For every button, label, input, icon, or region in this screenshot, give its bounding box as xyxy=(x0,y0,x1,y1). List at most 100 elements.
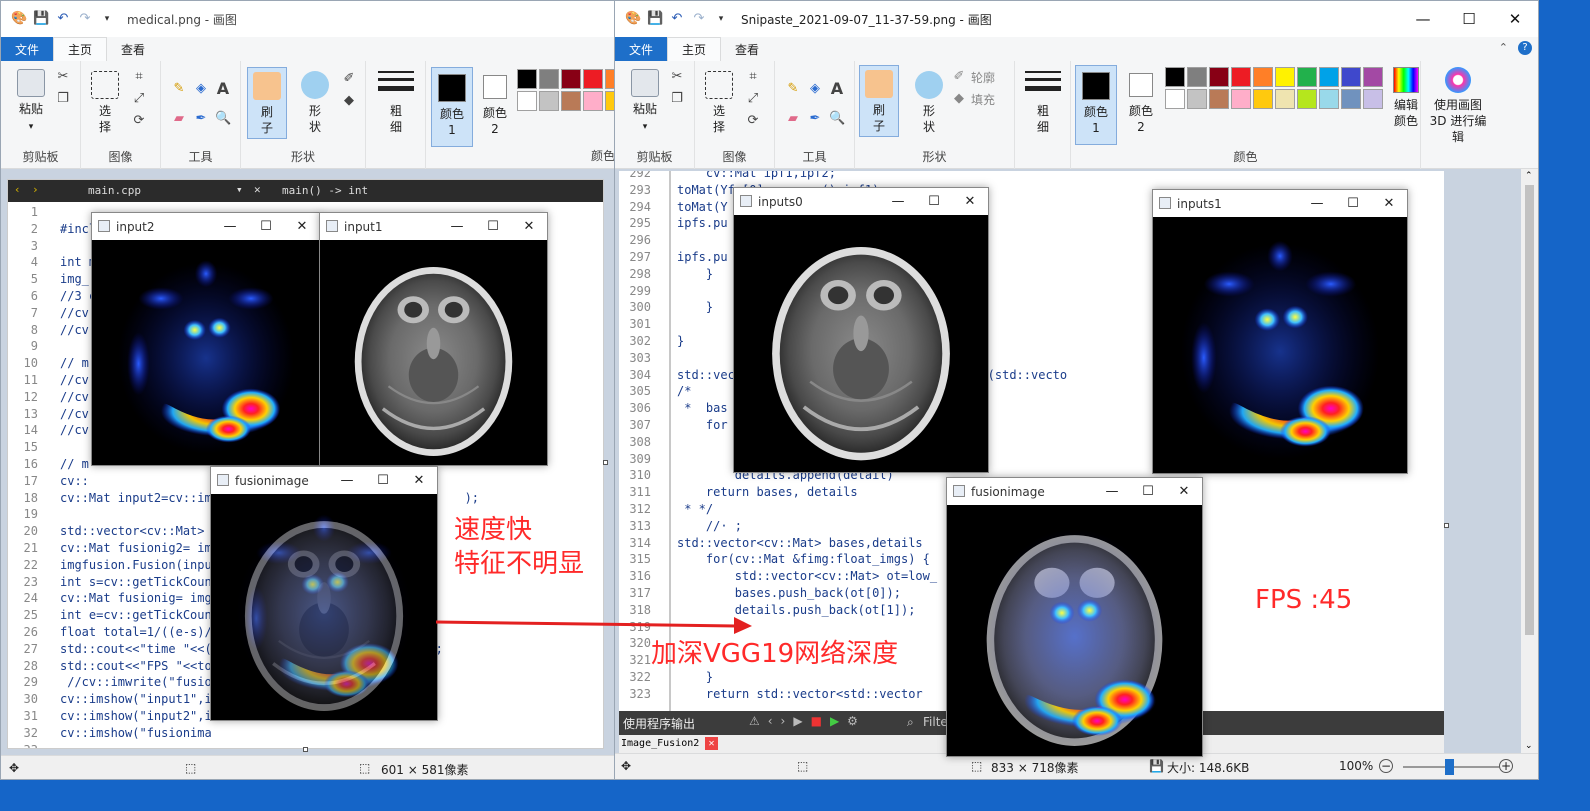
crop-icon[interactable]: ⌗ xyxy=(745,69,761,85)
palette-swatch[interactable] xyxy=(583,91,603,111)
fusion-window-left[interactable]: fusionimage — ☐ ✕ xyxy=(210,466,438,721)
eraser-icon[interactable]: ▰ xyxy=(785,111,801,127)
palette-swatch[interactable] xyxy=(1165,67,1185,87)
minimize-icon[interactable]: — xyxy=(1299,190,1335,217)
maximize-icon[interactable]: ☐ xyxy=(1130,478,1166,505)
resize-icon[interactable]: ⤢ xyxy=(131,91,147,107)
close-icon[interactable]: ✕ xyxy=(1166,478,1202,505)
zoom-slider[interactable] xyxy=(1403,759,1499,775)
outline-label[interactable]: 轮廓 xyxy=(971,69,995,86)
palette-swatch[interactable] xyxy=(561,91,581,111)
palette-swatch[interactable] xyxy=(1187,89,1207,109)
tab-file[interactable]: 文件 xyxy=(1,37,54,61)
brush-button[interactable]: 刷子 xyxy=(859,65,899,137)
fill-shape-icon[interactable]: ◆ xyxy=(341,93,357,109)
zoom-in-icon[interactable]: + xyxy=(1499,759,1513,773)
palette-swatch[interactable] xyxy=(1297,89,1317,109)
palette-swatch[interactable] xyxy=(1363,67,1383,87)
text-icon[interactable]: A xyxy=(829,81,845,97)
minimize-icon[interactable]: — xyxy=(1400,1,1446,37)
scroll-up-icon[interactable]: ⌃ xyxy=(1525,171,1533,181)
color-picker-icon[interactable]: ✒ xyxy=(807,111,823,127)
close-output-tab-icon[interactable]: ✕ xyxy=(705,737,718,750)
redo-icon[interactable]: ↷ xyxy=(691,11,707,27)
scroll-thumb[interactable] xyxy=(1525,185,1534,635)
palette-swatch[interactable] xyxy=(1319,89,1339,109)
palette-swatch[interactable] xyxy=(539,69,559,89)
palette-swatch[interactable] xyxy=(1363,89,1383,109)
edit-colors-button[interactable]: 编辑颜色 xyxy=(1389,67,1423,129)
palette-swatch[interactable] xyxy=(1231,67,1251,87)
palette-swatch[interactable] xyxy=(517,69,537,89)
scroll-down-icon[interactable]: ⌄ xyxy=(1525,741,1533,751)
output-tab[interactable]: Image_Fusion2 xyxy=(621,738,699,749)
minimize-icon[interactable]: — xyxy=(212,213,248,240)
tab-view[interactable]: 查看 xyxy=(107,37,159,61)
maximize-icon[interactable]: ☐ xyxy=(1335,190,1371,217)
palette-swatch[interactable] xyxy=(1275,67,1295,87)
input2-window[interactable]: input2 — ☐ ✕ xyxy=(91,212,321,466)
palette-swatch[interactable] xyxy=(517,91,537,111)
color1-button[interactable]: 颜色 1 xyxy=(431,67,473,147)
fill-icon[interactable]: ◈ xyxy=(807,81,823,97)
shapes-button[interactable]: 形状 xyxy=(911,71,947,135)
palette-swatch[interactable] xyxy=(1187,67,1207,87)
collapse-ribbon-icon[interactable]: ⌃ xyxy=(1499,41,1508,54)
undo-icon[interactable]: ↶ xyxy=(55,11,71,27)
save-icon[interactable]: 💾 xyxy=(647,11,663,27)
color1-button[interactable]: 颜色 1 xyxy=(1075,65,1117,145)
magnifier-icon[interactable]: 🔍 xyxy=(829,111,845,127)
outline-icon[interactable]: ✐ xyxy=(951,69,967,85)
fill-icon[interactable]: ◈ xyxy=(193,81,209,97)
minimize-icon[interactable]: — xyxy=(439,213,475,240)
palette-swatch[interactable] xyxy=(1341,67,1361,87)
cut-icon[interactable]: ✂ xyxy=(55,69,71,85)
palette-swatch[interactable] xyxy=(1209,67,1229,87)
paste-button[interactable]: 粘贴 ▾ xyxy=(625,69,665,135)
eraser-icon[interactable]: ▰ xyxy=(171,111,187,127)
brush-button[interactable]: 刷子 xyxy=(247,67,287,139)
palette-swatch[interactable] xyxy=(583,69,603,89)
minimize-icon[interactable]: — xyxy=(329,467,365,494)
fusion-window-right[interactable]: fusionimage — ☐ ✕ xyxy=(946,477,1203,757)
palette-swatch[interactable] xyxy=(1319,67,1339,87)
palette-swatch[interactable] xyxy=(1275,89,1295,109)
tab-home[interactable]: 主页 xyxy=(53,37,108,61)
magnifier-icon[interactable]: 🔍 xyxy=(215,111,231,127)
close-icon[interactable]: ✕ xyxy=(284,213,320,240)
paste-button[interactable]: 粘贴 ▾ xyxy=(11,69,51,135)
resize-handle-right[interactable] xyxy=(1444,523,1449,528)
minimize-icon[interactable]: — xyxy=(880,188,916,215)
resize-handle-bottom[interactable] xyxy=(303,747,308,752)
redo-icon[interactable]: ↷ xyxy=(77,11,93,27)
maximize-icon[interactable]: ☐ xyxy=(365,467,401,494)
color-picker-icon[interactable]: ✒ xyxy=(193,111,209,127)
maximize-icon[interactable]: ☐ xyxy=(1446,1,1492,37)
maximize-icon[interactable]: ☐ xyxy=(475,213,511,240)
palette-swatch[interactable] xyxy=(1297,67,1317,87)
cut-icon[interactable]: ✂ xyxy=(669,69,685,85)
inputs1-window[interactable]: inputs1 — ☐ ✕ xyxy=(1152,189,1408,474)
palette-swatch[interactable] xyxy=(1253,67,1273,87)
file-dropdown-icon[interactable]: ▾ xyxy=(236,183,243,196)
crop-icon[interactable]: ⌗ xyxy=(131,69,147,85)
close-file-icon[interactable]: ✕ xyxy=(254,183,261,196)
minimize-icon[interactable]: — xyxy=(1094,478,1130,505)
resize-handle-right[interactable] xyxy=(603,460,608,465)
shapes-button[interactable]: 形状 xyxy=(297,71,333,135)
palette-swatch[interactable] xyxy=(561,69,581,89)
undo-icon[interactable]: ↶ xyxy=(669,11,685,27)
customize-quick-access-icon[interactable]: ▾ xyxy=(713,11,729,27)
palette-swatch[interactable] xyxy=(1341,89,1361,109)
size-button[interactable]: 粗细 xyxy=(1025,71,1061,135)
close-icon[interactable]: ✕ xyxy=(511,213,547,240)
fill-shape-icon[interactable]: ◆ xyxy=(951,91,967,107)
copy-icon[interactable]: ❐ xyxy=(669,91,685,107)
inputs0-window[interactable]: inputs0 — ☐ ✕ xyxy=(733,187,989,473)
pencil-icon[interactable]: ✎ xyxy=(171,81,187,97)
paint-app-icon[interactable]: 🎨 xyxy=(625,11,641,27)
palette-swatch[interactable] xyxy=(1165,89,1185,109)
tab-file[interactable]: 文件 xyxy=(615,37,668,61)
select-button[interactable]: 选择 xyxy=(87,71,123,135)
customize-quick-access-icon[interactable]: ▾ xyxy=(99,11,115,27)
